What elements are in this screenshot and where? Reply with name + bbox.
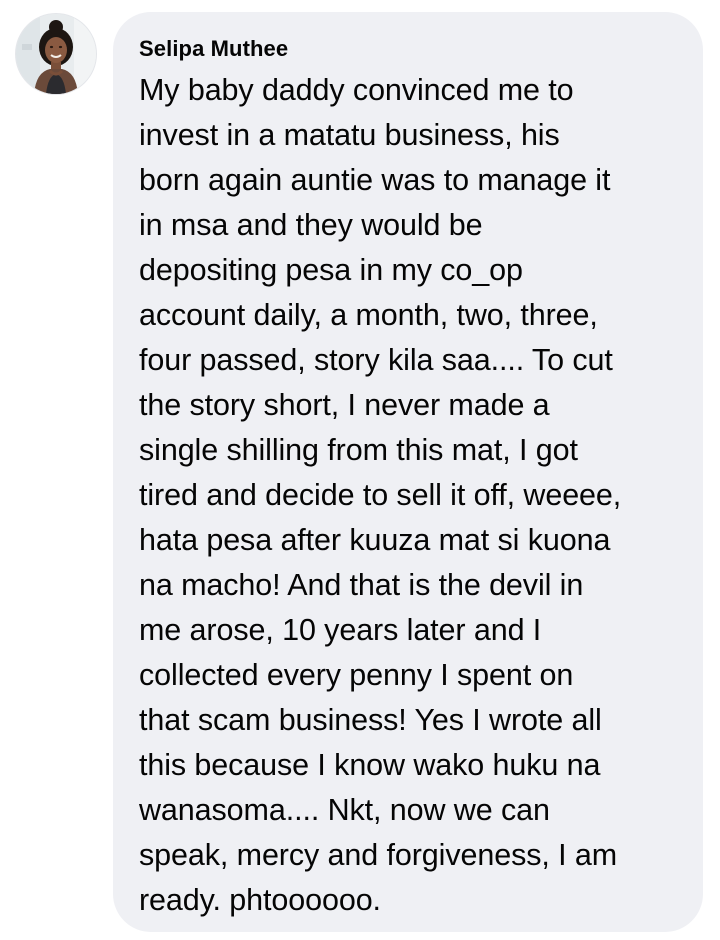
profile-photo-icon xyxy=(16,14,96,94)
comment-author-name[interactable]: Selipa Muthee xyxy=(139,36,677,62)
avatar[interactable] xyxy=(16,14,96,94)
comment: Selipa Muthee My baby daddy convinced me… xyxy=(0,0,720,940)
comment-body-text: My baby daddy convinced me to invest in … xyxy=(139,73,622,917)
comment-bubble: Selipa Muthee My baby daddy convinced me… xyxy=(113,12,703,932)
